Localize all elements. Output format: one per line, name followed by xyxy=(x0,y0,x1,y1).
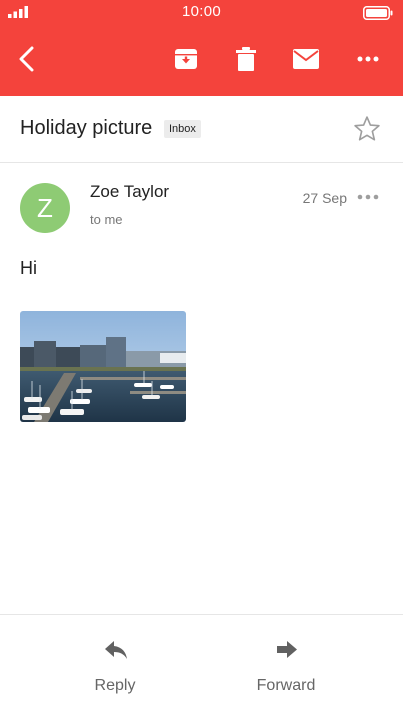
star-outline-icon[interactable] xyxy=(353,115,381,143)
subject-row: Holiday picture Inbox xyxy=(0,96,403,163)
toolbar xyxy=(0,26,403,96)
forward-label: Forward xyxy=(256,677,316,694)
email-date: 27 Sep xyxy=(302,190,347,206)
avatar[interactable]: Z xyxy=(20,183,70,233)
more-options-button[interactable] xyxy=(352,43,384,75)
forward-button[interactable]: Forward xyxy=(226,637,346,701)
more-horizontal-icon xyxy=(357,56,379,62)
app-bar: 10:00 xyxy=(0,0,403,96)
inbox-label[interactable]: Inbox xyxy=(164,120,201,138)
archive-icon xyxy=(175,49,197,69)
archive-button[interactable] xyxy=(170,43,202,75)
status-time: 10:00 xyxy=(181,3,222,20)
recipient-line[interactable]: to me xyxy=(90,212,123,227)
delete-button[interactable] xyxy=(230,43,262,75)
email-subject: Holiday picture xyxy=(20,117,153,139)
forward-icon xyxy=(277,641,297,658)
message-more-icon[interactable] xyxy=(357,187,379,207)
mark-unread-button[interactable] xyxy=(290,43,322,75)
reply-label: Reply xyxy=(94,677,136,694)
harbor-photo-thumbnail xyxy=(20,311,186,422)
email-body: Hi xyxy=(20,258,37,278)
email-view-screen: 10:00 Holiday picture Inbox Z Zoe Taylor… xyxy=(0,0,403,716)
envelope-icon xyxy=(293,49,319,69)
image-attachment[interactable] xyxy=(20,311,186,422)
sender-header: Z Zoe Taylor to me 27 Sep xyxy=(0,163,403,249)
status-bar: 10:00 xyxy=(0,0,403,26)
back-arrow-icon xyxy=(19,46,34,72)
bottom-action-bar: Reply Forward xyxy=(0,614,403,716)
battery-icon xyxy=(363,6,393,20)
reply-button[interactable]: Reply xyxy=(55,637,175,701)
sender-name[interactable]: Zoe Taylor xyxy=(90,182,169,202)
trash-icon xyxy=(236,47,256,71)
back-button[interactable] xyxy=(12,43,44,75)
reply-icon xyxy=(105,641,127,659)
